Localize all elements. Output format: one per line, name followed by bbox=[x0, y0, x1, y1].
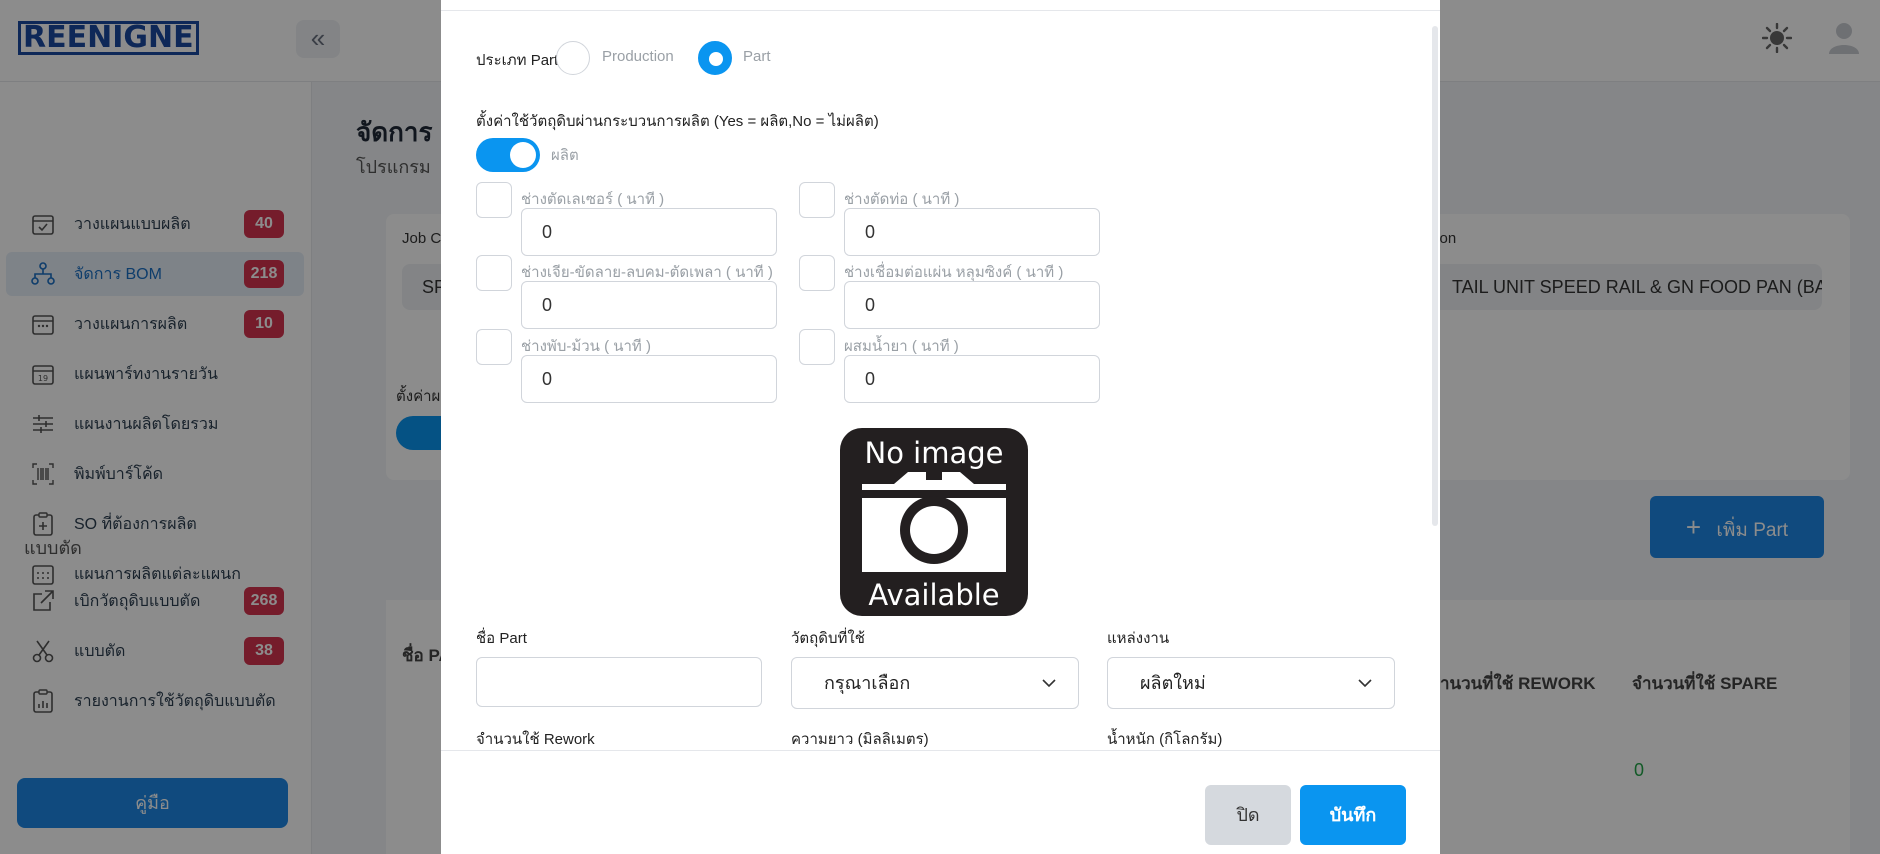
rework-label: จำนวนใช้ Rework bbox=[476, 731, 595, 748]
weight-label: น้ำหนัก (กิโลกรัม) bbox=[1107, 731, 1223, 748]
welding-input[interactable] bbox=[844, 281, 1100, 329]
checkbox-grinding[interactable] bbox=[476, 255, 512, 291]
produce-toggle-label: ผลิต bbox=[551, 147, 579, 164]
part-name-label: ชื่อ Part bbox=[476, 630, 527, 647]
radio-part-label[interactable]: Part bbox=[743, 48, 771, 65]
material-select-value: กรุณาเลือก bbox=[824, 673, 911, 693]
radio-production-label[interactable]: Production bbox=[602, 48, 674, 65]
checkbox-bending[interactable] bbox=[476, 329, 512, 365]
source-select-value: ผลิตใหม่ bbox=[1140, 673, 1206, 693]
checkbox-mixing[interactable] bbox=[799, 329, 835, 365]
checkbox-welding[interactable] bbox=[799, 255, 835, 291]
length-label: ความยาว (มิลลิเมตร) bbox=[791, 731, 929, 748]
material-label: วัตถุดิบที่ใช้ bbox=[791, 630, 865, 647]
chevron-down-icon bbox=[1358, 679, 1372, 688]
checkbox-laser-cut[interactable] bbox=[476, 182, 512, 218]
modal-footer-divider bbox=[441, 750, 1440, 751]
available-text: Available bbox=[868, 578, 1000, 612]
chevron-down-icon bbox=[1042, 679, 1056, 688]
grinding-input[interactable] bbox=[521, 281, 777, 329]
close-button[interactable]: ปิด bbox=[1205, 785, 1291, 845]
no-image-text: No image bbox=[864, 436, 1004, 470]
checkbox-pipe-cut[interactable] bbox=[799, 182, 835, 218]
source-select[interactable]: ผลิตใหม่ bbox=[1107, 657, 1395, 709]
radio-part[interactable] bbox=[698, 41, 732, 75]
produce-toggle[interactable] bbox=[476, 138, 540, 172]
material-setting-label: ตั้งค่าใช้วัตถุดิบผ่านกระบวนการผลิต (Yes… bbox=[476, 113, 879, 130]
radio-production[interactable] bbox=[556, 41, 590, 75]
modal-header-divider bbox=[441, 10, 1440, 11]
laser-cut-input[interactable] bbox=[521, 208, 777, 256]
material-select[interactable]: กรุณาเลือก bbox=[791, 657, 1079, 709]
mixing-input[interactable] bbox=[844, 355, 1100, 403]
bending-input[interactable] bbox=[521, 355, 777, 403]
source-label: แหล่งงาน bbox=[1107, 630, 1170, 647]
save-button[interactable]: บันทึก bbox=[1300, 785, 1406, 845]
modal-scrollbar[interactable] bbox=[1432, 26, 1438, 526]
part-modal: ประเภท Part Production Part ตั้งค่าใช้วั… bbox=[441, 0, 1440, 854]
pipe-cut-input[interactable] bbox=[844, 208, 1100, 256]
part-name-input[interactable] bbox=[476, 657, 762, 707]
camera-icon bbox=[862, 472, 1006, 572]
part-image-placeholder[interactable]: No image Available bbox=[840, 428, 1028, 616]
part-type-label: ประเภท Part bbox=[476, 52, 559, 69]
